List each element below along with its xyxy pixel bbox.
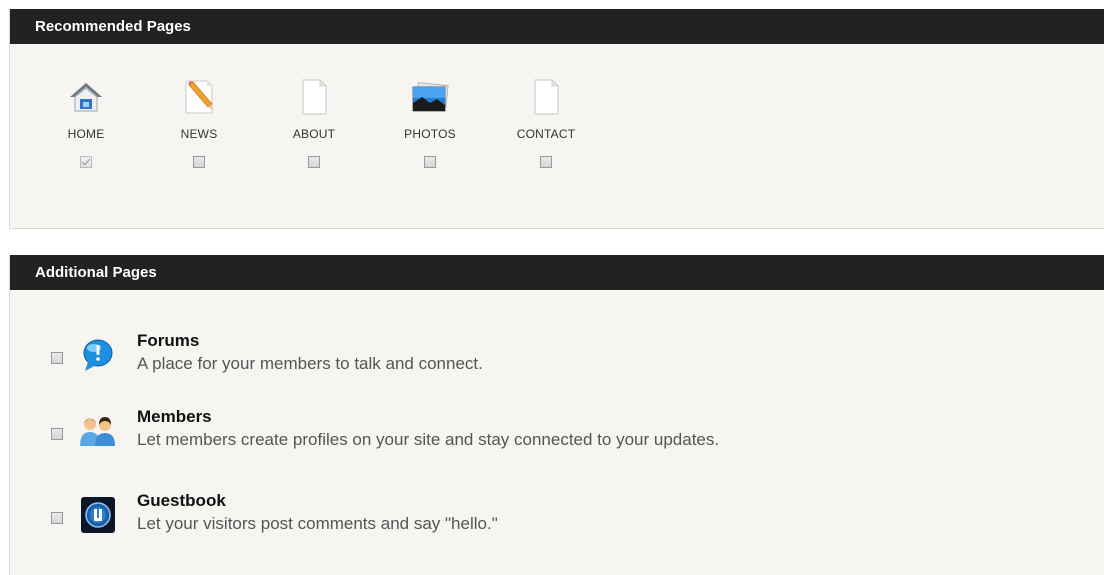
news-checkbox[interactable] xyxy=(193,156,205,168)
recommended-pages-header: Recommended Pages xyxy=(10,9,1104,44)
additional-pages-panel: Additional Pages Forums A place for your… xyxy=(9,255,1104,575)
page-label-contact: CONTACT xyxy=(516,127,576,141)
recommended-pages-panel: Recommended Pages HOME NEWS ABOUT PHOTOS… xyxy=(9,9,1104,229)
page-tile-contact[interactable]: CONTACT xyxy=(511,77,581,168)
additional-item-forums: Forums A place for your members to talk … xyxy=(51,331,951,379)
blank-page-icon xyxy=(302,79,327,115)
page-label-about: ABOUT xyxy=(292,127,336,141)
forums-description: A place for your members to talk and con… xyxy=(137,354,483,373)
page-tile-about[interactable]: ABOUT xyxy=(279,77,349,168)
guestbook-description: Let your visitors post comments and say … xyxy=(137,514,498,533)
additional-item-members: Members Let members create profiles on y… xyxy=(51,407,951,455)
photos-checkbox[interactable] xyxy=(424,156,436,168)
additional-item-guestbook: Guestbook Let your visitors post comment… xyxy=(51,491,951,539)
page-label-news: NEWS xyxy=(180,127,218,141)
speech-bubble-icon xyxy=(83,339,113,371)
members-description: Let members create profiles on your site… xyxy=(137,430,720,449)
photos-icon xyxy=(412,81,449,112)
page-label-photos: PHOTOS xyxy=(404,127,456,141)
blank-page-icon xyxy=(534,79,559,115)
about-checkbox[interactable] xyxy=(308,156,320,168)
guestbook-title: Guestbook xyxy=(137,491,226,510)
guestbook-checkbox[interactable] xyxy=(51,512,63,524)
page-label-home: HOME xyxy=(67,127,105,141)
guestbook-icon xyxy=(81,497,115,533)
forums-checkbox[interactable] xyxy=(51,352,63,364)
home-icon xyxy=(70,83,102,112)
page-tile-home[interactable]: HOME xyxy=(51,77,121,168)
contact-checkbox[interactable] xyxy=(540,156,552,168)
page-tile-news[interactable]: NEWS xyxy=(164,77,234,168)
members-checkbox[interactable] xyxy=(51,428,63,440)
members-title: Members xyxy=(137,407,212,426)
pencil-note-icon xyxy=(185,80,213,114)
members-icon xyxy=(80,417,115,446)
forums-title: Forums xyxy=(137,331,200,350)
home-checkbox[interactable] xyxy=(80,156,92,168)
additional-pages-header: Additional Pages xyxy=(10,255,1104,290)
page-tile-photos[interactable]: PHOTOS xyxy=(395,77,465,168)
